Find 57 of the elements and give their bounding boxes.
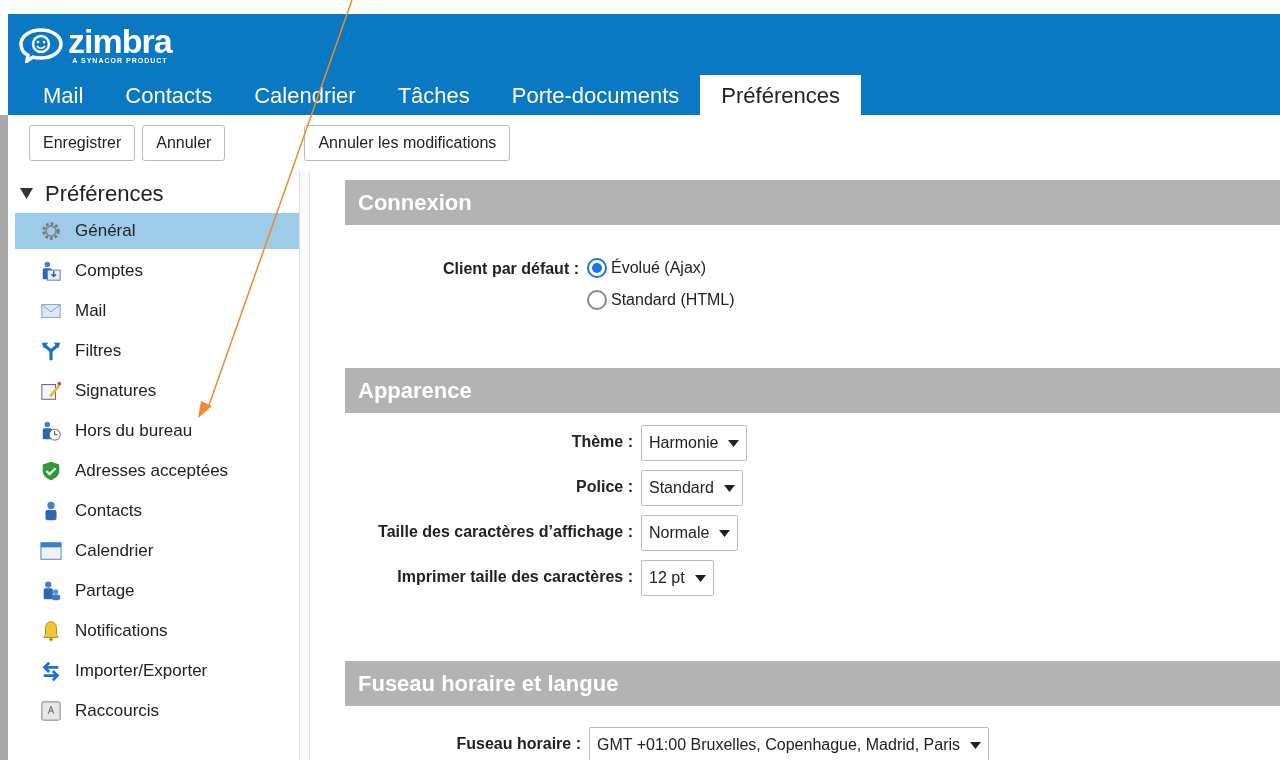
field-label: Fuseau horaire : xyxy=(455,734,582,754)
dropdown[interactable]: Harmonie xyxy=(641,425,748,461)
caret-icon xyxy=(728,439,740,447)
section-header: Connexion xyxy=(345,180,1280,225)
field-label: Imprimer taille des caractères : xyxy=(396,567,634,587)
sidebar-item[interactable]: Mail xyxy=(15,293,299,329)
calendar-icon xyxy=(40,540,62,562)
section-header: Apparence xyxy=(345,368,1280,413)
sidebar-item[interactable]: Comptes xyxy=(15,253,299,289)
caret-icon xyxy=(694,574,706,582)
field-label: Thème : xyxy=(570,432,634,452)
key-icon xyxy=(40,700,62,722)
field-label: Taille des caractères d’affichage : xyxy=(377,522,634,542)
swap-arrows-icon xyxy=(40,660,62,682)
caret-icon xyxy=(723,484,735,492)
radio-option[interactable]: Standard (HTML) xyxy=(587,288,735,312)
sidebar-item[interactable]: Partage xyxy=(15,573,299,609)
filter-icon xyxy=(40,340,62,362)
sidebar-item[interactable]: Signatures xyxy=(15,373,299,409)
toolbar-button[interactable]: Enregistrer xyxy=(29,125,136,161)
gear-icon xyxy=(40,220,62,242)
signature-icon xyxy=(40,380,62,402)
dropdown[interactable]: Normale xyxy=(641,515,739,551)
shield-check-icon xyxy=(40,460,62,482)
person-clock-icon xyxy=(40,420,62,442)
app-tab[interactable]: Porte-documents xyxy=(490,75,701,115)
section-header: Fuseau horaire et langue xyxy=(345,661,1280,706)
app-tab[interactable]: Contacts xyxy=(104,75,234,115)
bell-icon xyxy=(40,620,62,642)
collapse-triangle-icon xyxy=(20,187,33,199)
sidebar-item[interactable]: Général xyxy=(15,213,299,249)
app-tab[interactable]: Tâches xyxy=(376,75,491,115)
radio-option[interactable]: Évolué (Ajax) xyxy=(587,256,735,280)
dropdown[interactable]: 12 pt xyxy=(641,560,714,596)
app-tab[interactable]: Préférences xyxy=(700,75,861,115)
sidebar-item[interactable]: Filtres xyxy=(15,333,299,369)
pane-splitter[interactable] xyxy=(300,171,310,760)
caret-icon xyxy=(719,529,731,537)
sidebar-item[interactable]: Importer/Exporter xyxy=(15,653,299,689)
sidebar-item[interactable]: Hors du bureau xyxy=(15,413,299,449)
sidebar-item[interactable]: Raccourcis xyxy=(15,693,299,729)
dropdown[interactable]: GMT +01:00 Bruxelles, Copenhague, Madrid, Paris xyxy=(589,727,989,760)
tree-header[interactable]: Préférences xyxy=(8,177,299,209)
sidebar-item[interactable]: Contacts xyxy=(15,493,299,529)
toolbar-button[interactable]: Annuler xyxy=(142,125,226,161)
logo-wordmark: zimbra xyxy=(68,25,172,57)
field-label: Client par défaut : xyxy=(442,259,580,279)
app-tab[interactable]: Mail xyxy=(22,75,105,115)
revert-button[interactable]: Annuler les modifications xyxy=(304,125,511,161)
sidebar-item[interactable]: Notifications xyxy=(15,613,299,649)
sidebar-item[interactable]: Calendrier xyxy=(15,533,299,569)
sidebar-item[interactable]: Adresses acceptées xyxy=(15,453,299,489)
field-label: Police : xyxy=(575,477,634,497)
logo-icon xyxy=(18,26,64,63)
caret-icon xyxy=(970,741,981,749)
accounts-icon xyxy=(40,260,62,282)
dropdown[interactable]: Standard xyxy=(641,470,743,506)
